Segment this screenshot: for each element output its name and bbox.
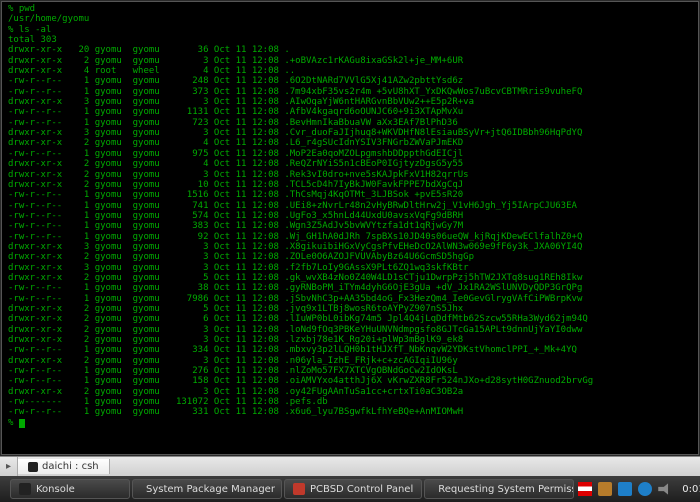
ls-row: -rw-r--r-- 1 gyomu gyomu 38 Oct 11 12:08…	[8, 283, 692, 293]
taskbar: Konsole System Package Manager PCBSD Contr…	[0, 476, 700, 502]
ls-row: drwxr-xr-x 20 gyomu gyomu 36 Oct 11 12:0…	[8, 45, 692, 55]
pwd-output: /usr/home/gyomu	[8, 14, 692, 24]
ls-row: -rw------- 1 gyomu gyomu 131072 Oct 11 1…	[8, 397, 692, 407]
terminal-viewport[interactable]: pwd /usr/home/gyomu ls -al total 303 drw…	[1, 1, 699, 455]
task-label: Konsole	[36, 484, 75, 495]
ls-row: -rw-r--r-- 1 gyomu gyomu 574 Oct 11 12:0…	[8, 211, 692, 221]
ls-row: drwxr-xr-x 2 gyomu gyomu 3 Oct 11 12:08 …	[8, 252, 692, 262]
ls-row: drwxr-xr-x 4 root wheel 4 Oct 11 12:08 .…	[8, 66, 692, 76]
konsole-tab-bar: ▸ daichi : csh	[0, 456, 700, 476]
konsole-icon	[19, 483, 31, 495]
ls-row: drwxr-xr-x 2 gyomu gyomu 3 Oct 11 12:08 …	[8, 56, 692, 66]
ctrl-icon	[293, 483, 305, 495]
ls-row: drwxr-xr-x 3 gyomu gyomu 3 Oct 11 12:08 …	[8, 97, 692, 107]
ls-row: drwxr-xr-x 2 gyomu gyomu 3 Oct 11 12:08 …	[8, 170, 692, 180]
command-line: pwd	[8, 4, 692, 14]
ls-row: -rw-r--r-- 1 gyomu gyomu 383 Oct 11 12:0…	[8, 221, 692, 231]
ls-row: drwxr-xr-x 3 gyomu gyomu 3 Oct 11 12:08 …	[8, 263, 692, 273]
ls-row: -rw-r--r-- 1 gyomu gyomu 158 Oct 11 12:0…	[8, 376, 692, 386]
task-label: Requesting System Permissions	[438, 484, 574, 495]
ls-row: -rw-r--r-- 1 gyomu gyomu 741 Oct 11 12:0…	[8, 201, 692, 211]
ls-row: -rw-r--r-- 1 gyomu gyomu 373 Oct 11 12:0…	[8, 87, 692, 97]
network-icon[interactable]	[638, 482, 652, 496]
tab-label: daichi : csh	[42, 461, 99, 472]
ls-row: -rw-r--r-- 1 gyomu gyomu 723 Oct 11 12:0…	[8, 118, 692, 128]
ls-row: drwxr-xr-x 2 gyomu gyomu 3 Oct 11 12:08 …	[8, 335, 692, 345]
ls-row: -rw-r--r-- 1 gyomu gyomu 7986 Oct 11 12:…	[8, 294, 692, 304]
keyboard-layout-icon[interactable]	[578, 482, 592, 496]
task-requesting-system-permissions[interactable]: Requesting System Permissions	[424, 479, 574, 499]
ls-row: drwxr-xr-x 2 gyomu gyomu 10 Oct 11 12:08…	[8, 180, 692, 190]
ls-row: drwxr-xr-x 2 gyomu gyomu 5 Oct 11 12:08 …	[8, 273, 692, 283]
prompt-current[interactable]: %	[8, 418, 692, 428]
ls-row: -rw-r--r-- 1 gyomu gyomu 331 Oct 11 12:0…	[8, 407, 692, 417]
tab-daichi-csh[interactable]: daichi : csh	[18, 459, 110, 474]
ls-row: -rw-r--r-- 1 gyomu gyomu 334 Oct 11 12:0…	[8, 345, 692, 355]
command-line: ls -al	[8, 25, 692, 35]
ls-row: -rw-r--r-- 1 gyomu gyomu 1131 Oct 11 12:…	[8, 107, 692, 117]
ls-row: -rw-r--r-- 1 gyomu gyomu 975 Oct 11 12:0…	[8, 149, 692, 159]
ls-row: drwxr-xr-x 2 gyomu gyomu 3 Oct 11 12:08 …	[8, 325, 692, 335]
update-manager-icon[interactable]	[618, 482, 632, 496]
konsole-icon	[28, 462, 38, 472]
task-label: PCBSD Control Panel	[310, 484, 413, 495]
ls-row: -rw-r--r-- 1 gyomu gyomu 92 Oct 11 12:08…	[8, 232, 692, 242]
new-tab-button[interactable]: ▸	[0, 457, 18, 476]
clipboard-icon[interactable]	[598, 482, 612, 496]
clock[interactable]: 0:01	[682, 484, 700, 495]
ls-row: drwxr-xr-x 2 gyomu gyomu 6 Oct 11 12:08 …	[8, 314, 692, 324]
ls-row: drwxr-xr-x 3 gyomu gyomu 3 Oct 11 12:08 …	[8, 128, 692, 138]
ls-row: drwxr-xr-x 2 gyomu gyomu 4 Oct 11 12:08 …	[8, 138, 692, 148]
task-pcbsd-control-panel[interactable]: PCBSD Control Panel	[284, 479, 422, 499]
ls-row: -rw-r--r-- 1 gyomu gyomu 248 Oct 11 12:0…	[8, 76, 692, 86]
ls-row: drwxr-xr-x 3 gyomu gyomu 3 Oct 11 12:08 …	[8, 242, 692, 252]
system-tray: 0:01	[578, 482, 700, 496]
ls-row: drwxr-xr-x 2 gyomu gyomu 3 Oct 11 12:08 …	[8, 387, 692, 397]
ls-row: -rw-r--r-- 1 gyomu gyomu 1516 Oct 11 12:…	[8, 190, 692, 200]
ls-row: -rw-r--r-- 1 gyomu gyomu 276 Oct 11 12:0…	[8, 366, 692, 376]
task-label: System Package Manager	[146, 484, 275, 495]
ls-row: drwxr-xr-x 2 gyomu gyomu 4 Oct 11 12:08 …	[8, 159, 692, 169]
cursor	[19, 419, 25, 428]
ls-row: drwxr-xr-x 2 gyomu gyomu 5 Oct 11 12:08 …	[8, 304, 692, 314]
volume-icon[interactable]	[658, 482, 672, 496]
task-system-package-manager[interactable]: System Package Manager	[132, 479, 282, 499]
ls-total: total 303	[8, 35, 692, 45]
ls-row: drwxr-xr-x 2 gyomu gyomu 3 Oct 11 12:08 …	[8, 356, 692, 366]
task-konsole[interactable]: Konsole	[10, 479, 130, 499]
